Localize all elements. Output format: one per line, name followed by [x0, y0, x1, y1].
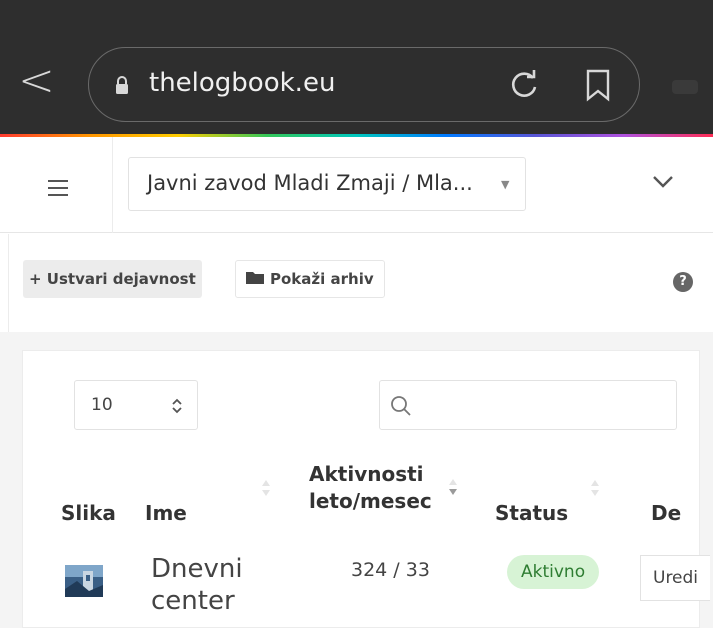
organization-select-value: Javni zavod Mladi Zmaji / Mla...	[147, 171, 473, 195]
reload-icon[interactable]	[507, 68, 541, 102]
url-text: thelogbook.eu	[149, 68, 336, 98]
sort-desc-icon[interactable]	[448, 476, 458, 498]
page-size-select[interactable]: 10	[74, 380, 198, 430]
activity-count: 324 / 33	[351, 559, 430, 581]
bookmark-icon[interactable]	[584, 68, 612, 102]
tab-overflow-hint	[672, 80, 698, 94]
hamburger-menu-icon[interactable]	[48, 180, 68, 196]
column-header-status[interactable]: Status	[495, 501, 568, 525]
header-divider	[112, 137, 113, 233]
back-button[interactable]: <	[18, 58, 58, 108]
action-toolbar: + Ustvari dejavnost Pokaži arhiv ?	[8, 234, 713, 332]
caret-down-icon: ▼	[501, 178, 510, 191]
create-activity-button[interactable]: + Ustvari dejavnost	[23, 260, 202, 298]
search-input[interactable]	[379, 380, 677, 430]
search-icon	[391, 396, 411, 416]
activity-name-line2: center	[151, 586, 235, 616]
activity-thumbnail	[65, 565, 103, 597]
column-header-actions[interactable]: De	[651, 501, 681, 525]
column-header-activity[interactable]: Aktivnosti leto/mesec	[309, 461, 432, 515]
activities-panel: 10 Slika Ime Aktivnosti leto/mesec Statu…	[22, 350, 710, 628]
help-icon[interactable]: ?	[673, 272, 693, 292]
browser-toolbar: < thelogbook.eu	[0, 0, 713, 136]
page-size-value: 10	[91, 395, 113, 415]
address-bar[interactable]: thelogbook.eu	[88, 47, 640, 122]
sort-icon[interactable]	[261, 477, 271, 499]
activity-name-line1: Dnevni	[151, 554, 243, 584]
show-archive-button[interactable]: Pokaži arhiv	[235, 260, 385, 298]
show-archive-label: Pokaži arhiv	[270, 270, 374, 288]
lock-icon	[116, 76, 128, 94]
chevron-down-icon[interactable]	[652, 175, 674, 189]
updown-icon	[172, 398, 182, 414]
status-badge: Aktivno	[507, 555, 600, 589]
sort-icon[interactable]	[590, 477, 600, 499]
column-header-name[interactable]: Ime	[145, 501, 187, 525]
edit-button[interactable]: Uredi	[640, 555, 710, 601]
organization-select[interactable]: Javni zavod Mladi Zmaji / Mla... ▼	[128, 157, 526, 211]
column-header-activity-line2: leto/mesec	[309, 489, 432, 513]
column-header-activity-line1: Aktivnosti	[309, 462, 424, 486]
app-header: Javni zavod Mladi Zmaji / Mla... ▼	[0, 137, 713, 233]
column-header-image[interactable]: Slika	[61, 501, 116, 525]
activity-name[interactable]: Dnevni center	[151, 553, 243, 617]
folder-icon	[246, 272, 264, 284]
